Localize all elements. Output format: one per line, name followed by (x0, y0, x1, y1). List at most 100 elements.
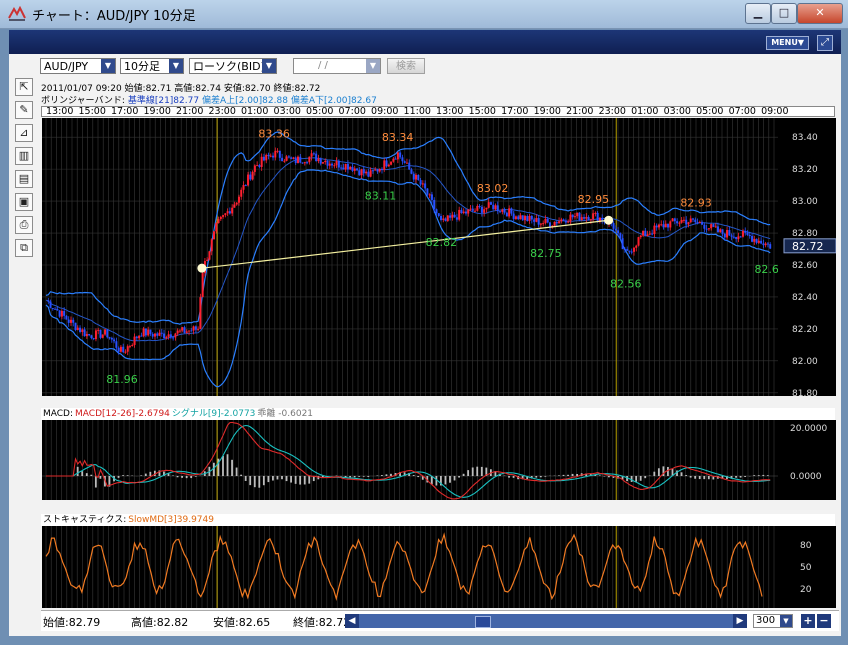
low-value: 安値:82.65 (213, 616, 271, 629)
candle-body (199, 297, 202, 329)
candle-body (265, 154, 268, 161)
scroll-thumb[interactable] (475, 616, 491, 628)
macd-histogram-bar (390, 473, 392, 476)
candle-body (760, 240, 763, 244)
date-placeholder: / / (318, 60, 328, 71)
candle-body (430, 194, 433, 200)
time-scrollbar[interactable]: ◀ ▶ (345, 614, 747, 628)
list-icon[interactable]: ▤ (15, 170, 33, 188)
interval-select[interactable]: 10分足 ▼ (120, 58, 184, 74)
candle-body (635, 245, 638, 248)
candle-settings-icon[interactable]: ▥ (15, 147, 33, 165)
stoch-chart-svg: 80 50 20 (45, 526, 836, 608)
candle-body (626, 249, 629, 251)
candle-body (138, 335, 141, 339)
candle-body (671, 218, 674, 222)
expand-icon[interactable]: ⤢ (817, 35, 833, 51)
candle-body (524, 216, 527, 221)
pair-select[interactable]: AUD/JPY ▼ (40, 58, 116, 74)
candle-body (648, 233, 651, 235)
candle-body (178, 330, 181, 332)
candle-body (269, 155, 272, 157)
candle-body (564, 220, 567, 223)
macd-histogram-bar (140, 475, 143, 476)
price-annotation: 83.34 (382, 131, 414, 144)
price-chart[interactable]: 83.36 83.34 83.11 83.02 82.95 82.93 82.82 82.75… (42, 118, 837, 399)
macd-histogram-bar (149, 471, 152, 476)
pencil-icon[interactable]: ✎ (15, 101, 33, 119)
menu-button[interactable]: MENU▼ (766, 36, 809, 50)
candle-body (108, 337, 111, 339)
candle-body (433, 199, 436, 210)
macd-histogram-bar (126, 475, 129, 476)
candle-body (576, 212, 579, 217)
candle-body (689, 218, 692, 223)
scroll-right-icon[interactable]: ▶ (733, 614, 747, 628)
candle-body (387, 164, 390, 167)
calendar-dropdown-icon[interactable]: ▼ (366, 59, 380, 73)
fibonacci-icon[interactable]: ⊿ (15, 124, 33, 142)
candle-body (755, 238, 758, 243)
cursor-arrow-icon[interactable]: ⇱ (15, 78, 33, 96)
candle-body (278, 150, 281, 158)
candle-body (337, 160, 340, 168)
macd-chart[interactable]: 20.0000 0.0000 (42, 420, 836, 500)
zoom-in-button[interactable]: + (801, 614, 815, 628)
date-input[interactable]: / / ▼ (293, 58, 381, 74)
candle-type-select[interactable]: ローソク(BID) ▼ (189, 58, 277, 74)
time-label: 19:00 (143, 106, 171, 117)
macd-histogram-bar (294, 476, 297, 484)
panel-icon[interactable]: ▣ (15, 193, 33, 211)
candle-body (49, 301, 52, 308)
candle-body (331, 163, 334, 166)
macd-histogram-bar (249, 476, 252, 486)
app-frame: MENU▼ ⤢ AUD/JPY ▼ 10分足 ▼ ローソク(BID) ▼ / /… (9, 30, 841, 636)
candle-body (553, 221, 556, 226)
price-annotation: 83.02 (477, 182, 509, 195)
candle-body (126, 346, 129, 352)
candle-body (492, 204, 495, 210)
candle-body (167, 334, 170, 337)
scroll-left-icon[interactable]: ◀ (345, 614, 359, 628)
candle-body (371, 170, 374, 172)
time-label: 21:00 (176, 106, 204, 117)
macd-histogram-bar (744, 476, 747, 477)
macd-histogram-bar (766, 475, 769, 476)
candle-body (117, 347, 120, 352)
candle-body (346, 163, 349, 170)
maximize-button[interactable]: □ (771, 3, 797, 24)
candle-body (417, 174, 420, 181)
zoom-out-button[interactable]: − (817, 614, 831, 628)
candle-body (201, 273, 204, 298)
stoch-title: ストキャスティクス: (43, 515, 127, 525)
candle-body (267, 154, 270, 157)
candle-body (219, 216, 222, 220)
close-button[interactable]: ✕ (797, 3, 843, 24)
candle-body (757, 240, 760, 243)
macd-histogram-bar (244, 476, 247, 481)
macd-histogram-bar (544, 476, 547, 477)
stoch-chart[interactable]: 80 50 20 (42, 526, 836, 608)
candle-body (163, 333, 166, 339)
candle-body (312, 153, 315, 155)
candle-body (353, 168, 356, 171)
price-tick-label: 82.40 (792, 293, 818, 303)
candle-body (612, 223, 615, 229)
zoom-select[interactable]: 300 ▼ (753, 614, 793, 628)
macd-histogram-bar (222, 455, 224, 476)
macd-histogram-bar (412, 475, 415, 476)
candle-body (403, 161, 406, 163)
time-label: 01:00 (241, 106, 269, 117)
minimize-button[interactable]: ▁ (745, 3, 771, 24)
candle-body (489, 202, 492, 205)
macd-histogram-bar (735, 476, 737, 478)
search-button[interactable]: 検索 (387, 58, 425, 74)
macd-histogram-bar (353, 476, 356, 478)
copy-icon[interactable]: ⧉ (15, 239, 33, 257)
candle-body (172, 337, 175, 339)
candle-body (644, 230, 647, 237)
print-icon[interactable]: ⎙ (15, 216, 33, 234)
pair-select-value: AUD/JPY (44, 60, 89, 73)
candle-body (435, 209, 438, 214)
candle-body (88, 333, 91, 336)
